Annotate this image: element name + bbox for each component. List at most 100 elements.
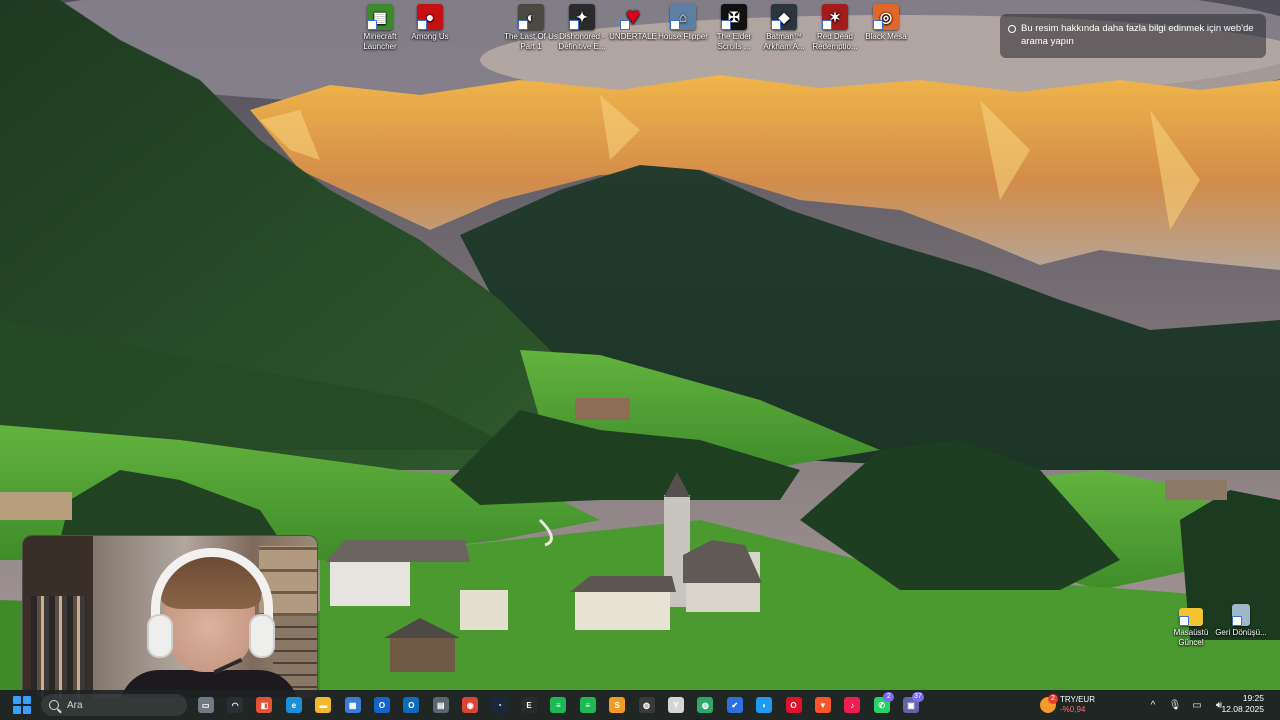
- windows-logo-icon: [13, 696, 22, 705]
- elder-scrolls-icon: ✠: [721, 4, 747, 30]
- desktop-icon-undertale[interactable]: ♥ UNDERTALE: [606, 0, 660, 42]
- taskbar-app-outlook[interactable]: O: [367, 691, 396, 719]
- taskbar-app-calculator[interactable]: ▤: [426, 691, 455, 719]
- desktop-icon-label: Masaüstü Güncel: [1173, 628, 1209, 647]
- dishonored-icon: ✦: [569, 4, 595, 30]
- taskbar-app-widgets-app[interactable]: ◧: [250, 691, 279, 719]
- currency-change: -%0,94: [1060, 705, 1086, 714]
- desktop-icon-label: Black Mesa: [865, 32, 907, 41]
- desktop-icon-house-flipper[interactable]: ⌂ House Flipper: [656, 0, 710, 42]
- undertale-heart-icon: ♥: [620, 4, 646, 30]
- webcam-clothes-rack: [31, 596, 86, 698]
- taskbar-app-spotify-2[interactable]: ≡: [573, 691, 602, 719]
- notification-badge: 2: [1048, 694, 1058, 704]
- headphone-cup-left: [147, 614, 173, 658]
- currency-pair: TRY/EUR: [1060, 695, 1095, 704]
- desktop-icon-label: The Elder Scrolls ...: [716, 32, 752, 51]
- taskbar-app-todo[interactable]: ✔: [720, 691, 749, 719]
- calculator-icon: ▤: [432, 697, 449, 713]
- clock-date: 12.08.2025: [1221, 704, 1264, 714]
- desktop-icon-minecraft[interactable]: ▦ Minecraft Launcher: [353, 0, 407, 52]
- currency-widget-icon: 2: [1040, 694, 1058, 713]
- taskbar-app-edge[interactable]: e: [279, 691, 308, 719]
- tooltip-text: Bu resim hakkında daha fazla bilgi edinm…: [1021, 23, 1254, 47]
- taskbar-clock[interactable]: 19:25 12.08.2025: [1221, 693, 1264, 715]
- sublime-icon: S: [609, 697, 626, 713]
- edge-icon: e: [285, 697, 302, 713]
- windows-logo-icon: [13, 705, 22, 714]
- steam-icon: ◔: [491, 697, 508, 713]
- show-hidden-icons-chevron-icon[interactable]: ^: [1146, 698, 1160, 712]
- desktop-icon-label: UNDERTALE: [609, 32, 657, 41]
- taskbar-app-brave[interactable]: ▼: [808, 691, 837, 719]
- spotify-icon: ≡: [550, 697, 567, 713]
- windows-logo-icon: [22, 705, 31, 714]
- epic-games-icon: E: [520, 697, 537, 713]
- taskbar-app-epic[interactable]: E: [514, 691, 543, 719]
- desktop-icon-label: House Flipper: [658, 32, 708, 41]
- taskbar-app-game-app[interactable]: Y: [661, 691, 690, 719]
- notification-badge: 2: [883, 692, 895, 702]
- opera-icon: O: [785, 697, 802, 713]
- taskbar-app-bird[interactable]: ◗: [749, 691, 778, 719]
- taskbar-app-steam[interactable]: ◔: [485, 691, 514, 719]
- desktop-icon-label: Batman™ Arkham A...: [763, 32, 805, 51]
- bird-icon: ◗: [756, 697, 773, 713]
- task-view-icon: ▭: [197, 697, 214, 713]
- webcam-overlay: [22, 535, 318, 699]
- search-icon: [49, 700, 59, 710]
- desktop-icon-folder-masaustu[interactable]: Masaüstü Güncel: [1164, 600, 1218, 648]
- taskbar-app-sublime[interactable]: S: [602, 691, 631, 719]
- taskbar-search-box[interactable]: Ara: [41, 694, 187, 716]
- taskbar-app-outlook-new[interactable]: O: [397, 691, 426, 719]
- desktop-icon-label: Minecraft Launcher: [363, 32, 397, 51]
- todo-check-icon: ✔: [726, 697, 743, 713]
- taskbar-app-spotify[interactable]: ≡: [544, 691, 573, 719]
- outlook-new-icon: O: [403, 697, 420, 713]
- folder-icon: ▬: [315, 697, 332, 713]
- taskbar-app-store[interactable]: ▦: [338, 691, 367, 719]
- recycle-bin-icon: [1232, 604, 1250, 626]
- taskbar-app-globe[interactable]: ◍: [691, 691, 720, 719]
- taskbar-pinned-apps: ▭ ◠ ◧ e ▬ ▦ O O ▤ ◉ ◔ E ≡ ≡ S ◍ Y ◍ ✔ ◗ O ▼ ♪ ✆ 2 ▣ 37: [191, 691, 926, 719]
- taskbar-app-obs[interactable]: ◍: [632, 691, 661, 719]
- taskbar-app-task-view[interactable]: ▭: [191, 691, 220, 719]
- taskbar-app-copilot[interactable]: ◠: [220, 691, 249, 719]
- desktop-icon-red-dead[interactable]: ✶ Red Dead Redemptio...: [808, 0, 862, 52]
- windows-logo-icon: [22, 696, 31, 705]
- desktop-icon-elder-scrolls[interactable]: ✠ The Elder Scrolls ...: [707, 0, 761, 52]
- taskbar-app-file-explorer[interactable]: ▬: [309, 691, 338, 719]
- tiktok-icon: ♪: [844, 697, 861, 713]
- minecraft-icon: ▦: [367, 4, 393, 30]
- learn-about-picture-tooltip[interactable]: Bu resim hakkında daha fazla bilgi edinm…: [1000, 14, 1266, 58]
- desktop-icon-the-last-of-us[interactable]: ◐ The Last Of Us Part 1: [504, 0, 558, 52]
- desktop-icon-among-us[interactable]: ● Among Us: [403, 0, 457, 42]
- desktop-icon-black-mesa[interactable]: ◎ Black Mesa: [859, 0, 913, 42]
- game-icon: Y: [667, 697, 684, 713]
- desktop-icon-recycle-bin[interactable]: Geri Dönüşü...: [1214, 600, 1268, 638]
- mic-icon[interactable]: 🎙︎: [1168, 698, 1182, 712]
- start-button[interactable]: [13, 696, 31, 714]
- obs-icon: ◍: [638, 697, 655, 713]
- copilot-icon: ◠: [227, 697, 244, 713]
- desktop-icon-label: Geri Dönüşü...: [1215, 628, 1267, 637]
- currency-widget[interactable]: 2 TRY/EUR -%0,94: [1040, 692, 1102, 718]
- currency-widget-text: TRY/EUR -%0,94: [1060, 695, 1095, 715]
- notification-badge: 37: [911, 692, 924, 702]
- brave-icon: ▼: [814, 697, 831, 713]
- taskbar-app-whatsapp[interactable]: ✆ 2: [867, 691, 896, 719]
- desktop-icon-dishonored[interactable]: ✦ Dishonored - Definitive E...: [555, 0, 609, 52]
- batman-icon: ◆: [771, 4, 797, 30]
- colorful-app-icon: ◧: [256, 697, 273, 713]
- taskbar-app-chrome[interactable]: ◉: [456, 691, 485, 719]
- taskbar-app-opera[interactable]: O: [779, 691, 808, 719]
- display-icon[interactable]: ▭: [1190, 698, 1204, 712]
- desktop-icon-batman[interactable]: ◆ Batman™ Arkham A...: [757, 0, 811, 52]
- system-tray: ^ 🎙︎ ▭ 🔊︎: [1146, 690, 1226, 720]
- taskbar-app-tiktok[interactable]: ♪: [838, 691, 867, 719]
- taskbar-app-chat-app[interactable]: ▣ 37: [896, 691, 925, 719]
- desktop-icon-label: Dishonored - Definitive E...: [558, 32, 606, 51]
- red-dead-icon: ✶: [822, 4, 848, 30]
- outlook-icon: O: [374, 697, 391, 713]
- desktop-icon-label: The Last Of Us Part 1: [504, 32, 558, 51]
